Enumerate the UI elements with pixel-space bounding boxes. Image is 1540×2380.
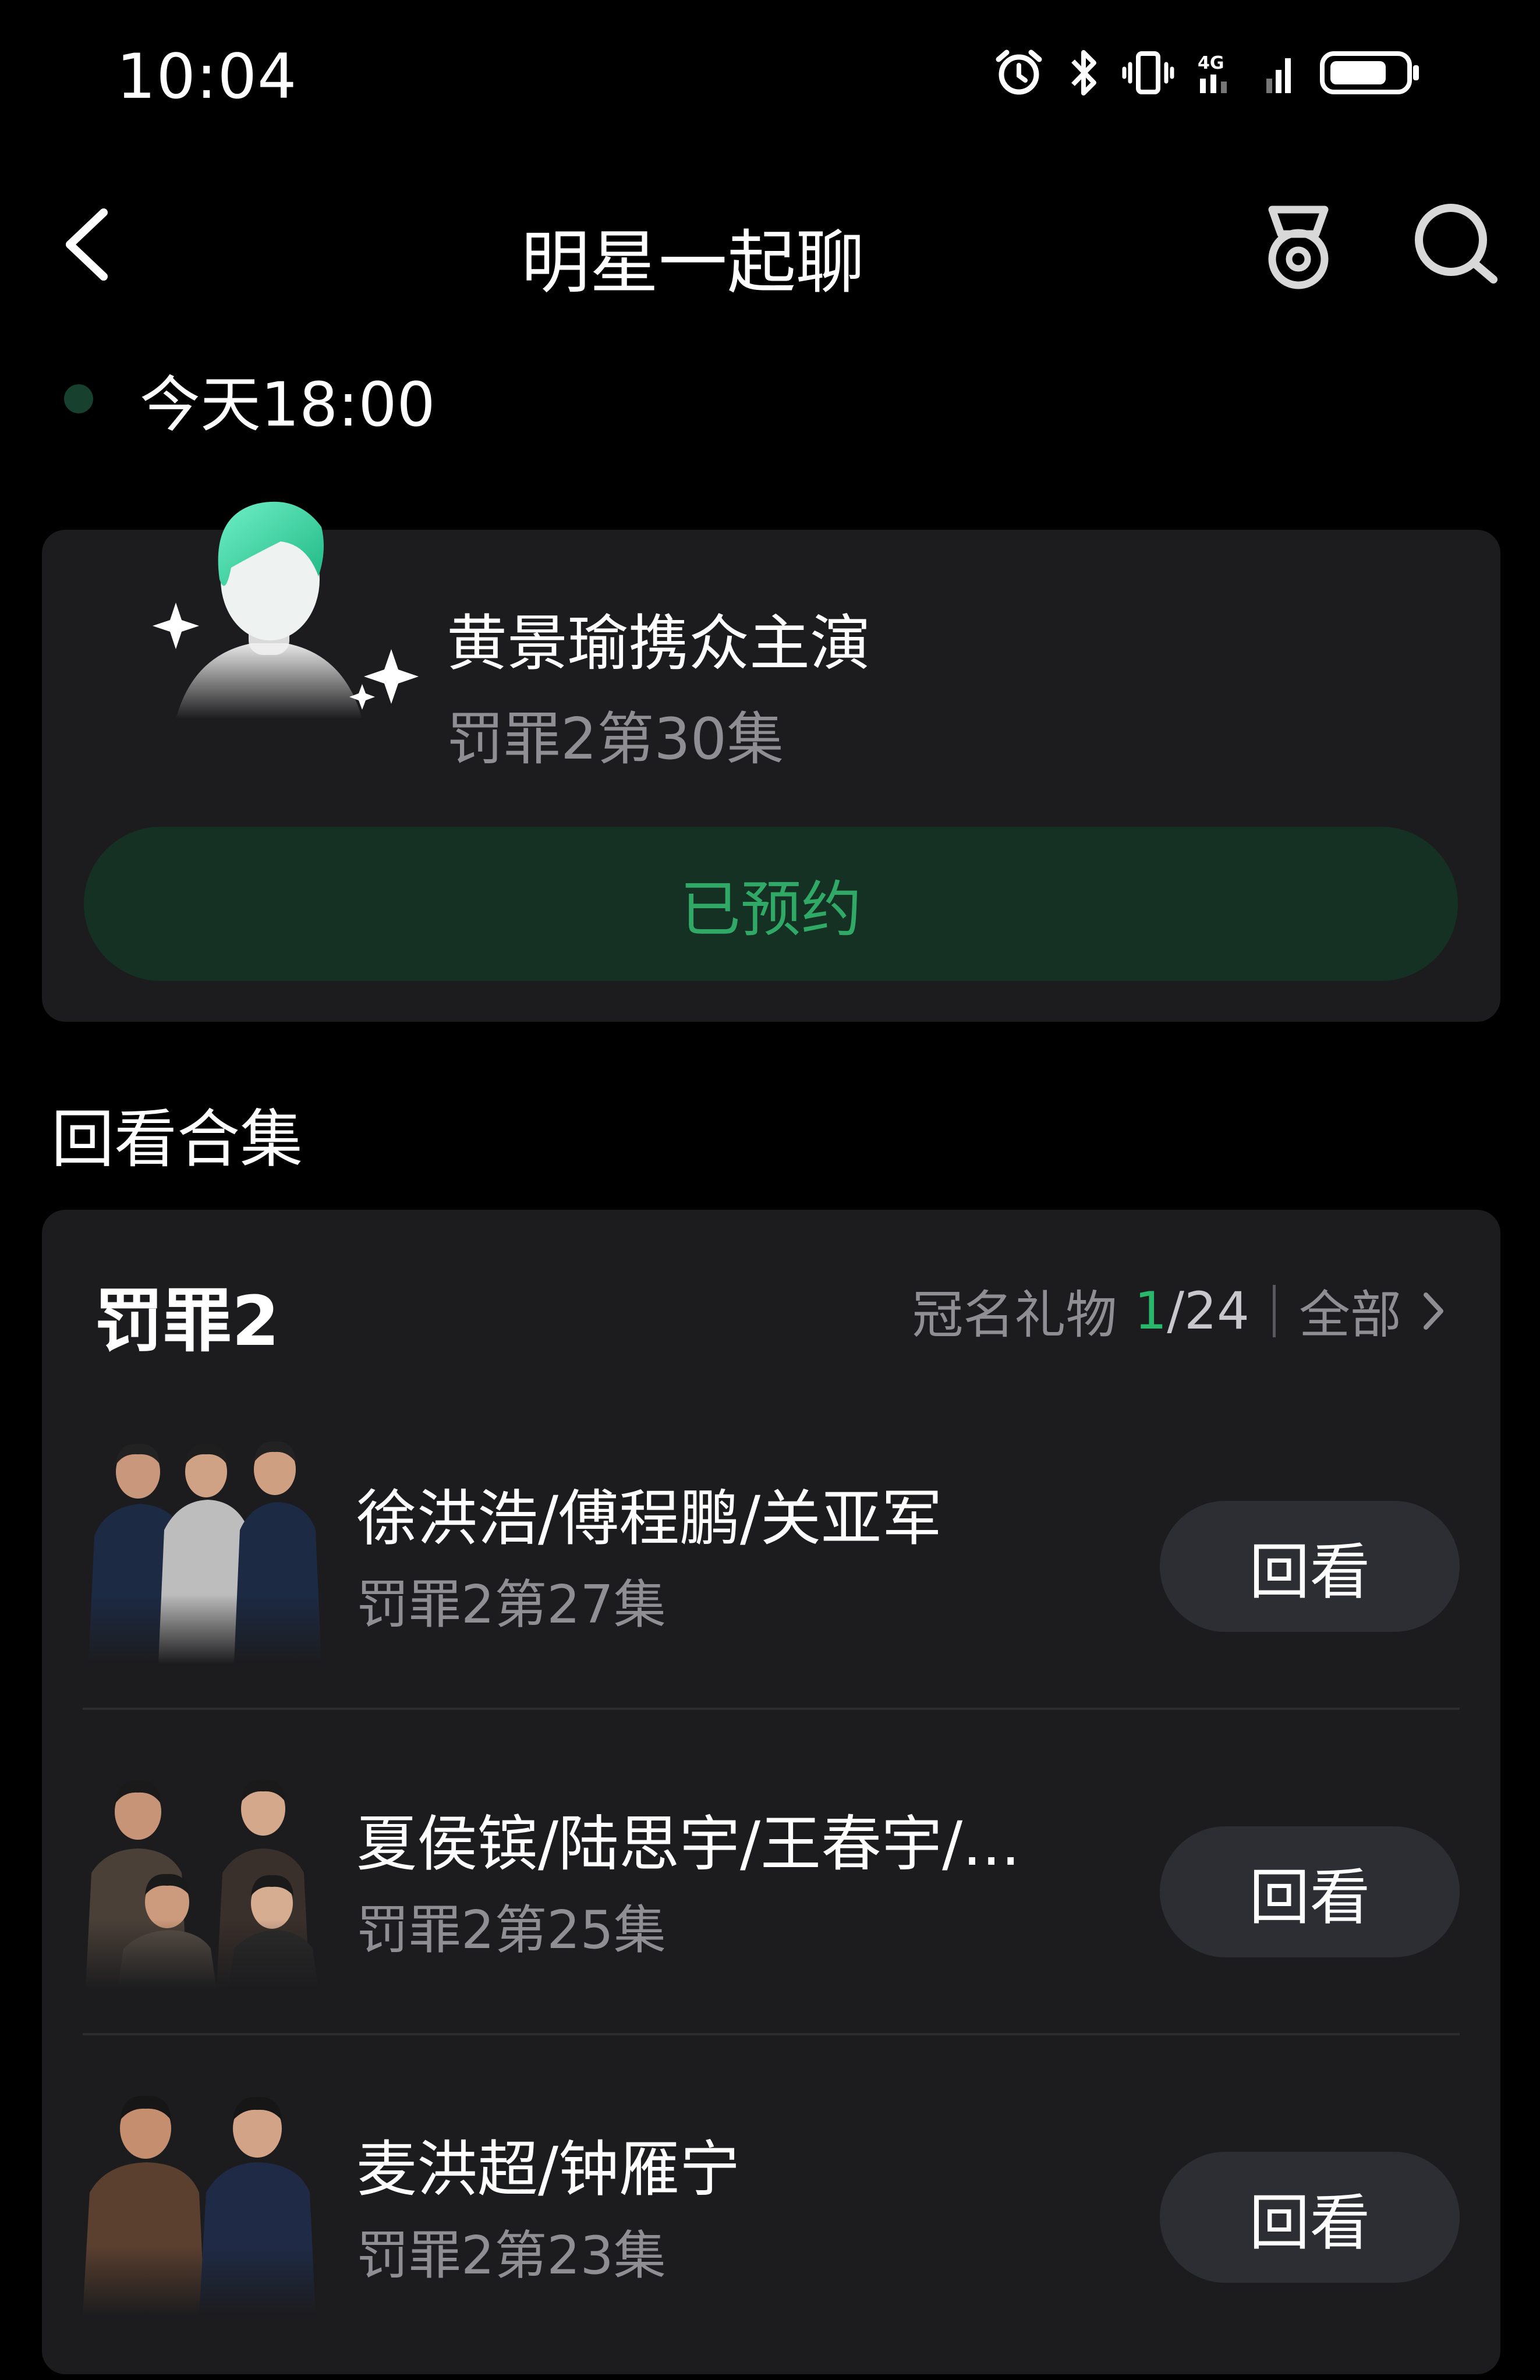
search-icon: [1415, 204, 1497, 284]
list-item[interactable]: 徐洪浩/傅程鹏/关亚军 罚罪2第27集 回看: [83, 1384, 1460, 1710]
alarm-icon: [993, 47, 1045, 99]
live-episode: 罚罪2第30集: [447, 706, 784, 773]
status-dot: [64, 384, 93, 413]
page-title: 明星一起聊: [521, 222, 865, 303]
medal-button[interactable]: [1255, 198, 1342, 291]
svg-text:4G: 4G: [1198, 53, 1224, 73]
status-icons: 4G: [993, 47, 1424, 99]
replay-button[interactable]: 回看: [1160, 1501, 1460, 1632]
cast-thumbnail: [83, 2082, 327, 2315]
reserved-button[interactable]: 已预约: [84, 827, 1458, 981]
search-button[interactable]: [1409, 198, 1502, 291]
live-title: 黄景瑜携众主演: [447, 608, 871, 679]
episode-list: 徐洪浩/傅程鹏/关亚军 罚罪2第27集 回看 夏侯镔/陆思宇/王春宇/... 罚…: [83, 1384, 1460, 2358]
schedule-time: 今天18:00: [64, 361, 436, 440]
list-item[interactable]: 麦洪超/钟雁宁 罚罪2第23集 回看: [83, 2035, 1460, 2358]
battery-icon: [1319, 47, 1424, 99]
episode-number: 罚罪2第27集: [356, 1574, 666, 1635]
header: 明星一起聊: [0, 175, 1540, 314]
bluetooth-icon: [1066, 47, 1101, 99]
cast-thumbnail: [83, 1431, 327, 1664]
vibrate-icon: [1122, 47, 1174, 99]
episode-cast: 徐洪浩/傅程鹏/关亚军: [356, 1483, 943, 1554]
star-avatar-illustration: [106, 463, 455, 766]
chevron-right-icon: [1424, 1292, 1443, 1330]
signal-4g-icon: 4G: [1195, 47, 1242, 99]
cast-thumbnail: [83, 1756, 327, 1989]
episode-number: 罚罪2第23集: [356, 2225, 666, 2286]
schedule-time-label: 今天18:00: [140, 369, 436, 440]
gift-info: 冠名礼物 1 /24 全部: [912, 1274, 1448, 1348]
status-bar: 10:04 4G: [0, 0, 1540, 151]
replay-button[interactable]: 回看: [1160, 2152, 1460, 2283]
signal-icon: [1263, 47, 1298, 99]
episode-cast: 麦洪超/钟雁宁: [356, 2134, 741, 2205]
episode-cast: 夏侯镔/陆思宇/王春宇/...: [356, 1808, 1021, 1879]
divider: [1272, 1284, 1276, 1337]
gift-total: /24: [1167, 1281, 1249, 1341]
status-time: 10:04: [116, 41, 298, 112]
view-all-label: 全部: [1298, 1285, 1401, 1345]
show-name: 罚罪2: [94, 1281, 280, 1361]
page: 10:04 4G 明星一起聊 今天18:00 黄景瑜携众主演 罚罪2第30集 已…: [0, 0, 1540, 2380]
gift-label: 冠名礼物: [912, 1285, 1117, 1345]
section-title: 回看合集: [51, 1103, 303, 1176]
replay-collection-card: 罚罪2 冠名礼物 1 /24 全部 徐洪浩/傅程鹏/关亚军 罚罪2第27集 回看…: [42, 1210, 1500, 2374]
list-item[interactable]: 夏侯镔/陆思宇/王春宇/... 罚罪2第25集 回看: [83, 1710, 1460, 2035]
collection-header: 罚罪2 冠名礼物 1 /24 全部: [42, 1210, 1500, 1361]
live-card[interactable]: 黄景瑜携众主演 罚罪2第30集 已预约: [42, 501, 1500, 1022]
gift-count: 1: [1134, 1281, 1167, 1341]
view-all-link[interactable]: 全部: [1299, 1274, 1448, 1348]
medal-icon: [1268, 206, 1329, 289]
episode-number: 罚罪2第25集: [356, 1900, 666, 1961]
replay-button[interactable]: 回看: [1160, 1826, 1460, 1957]
